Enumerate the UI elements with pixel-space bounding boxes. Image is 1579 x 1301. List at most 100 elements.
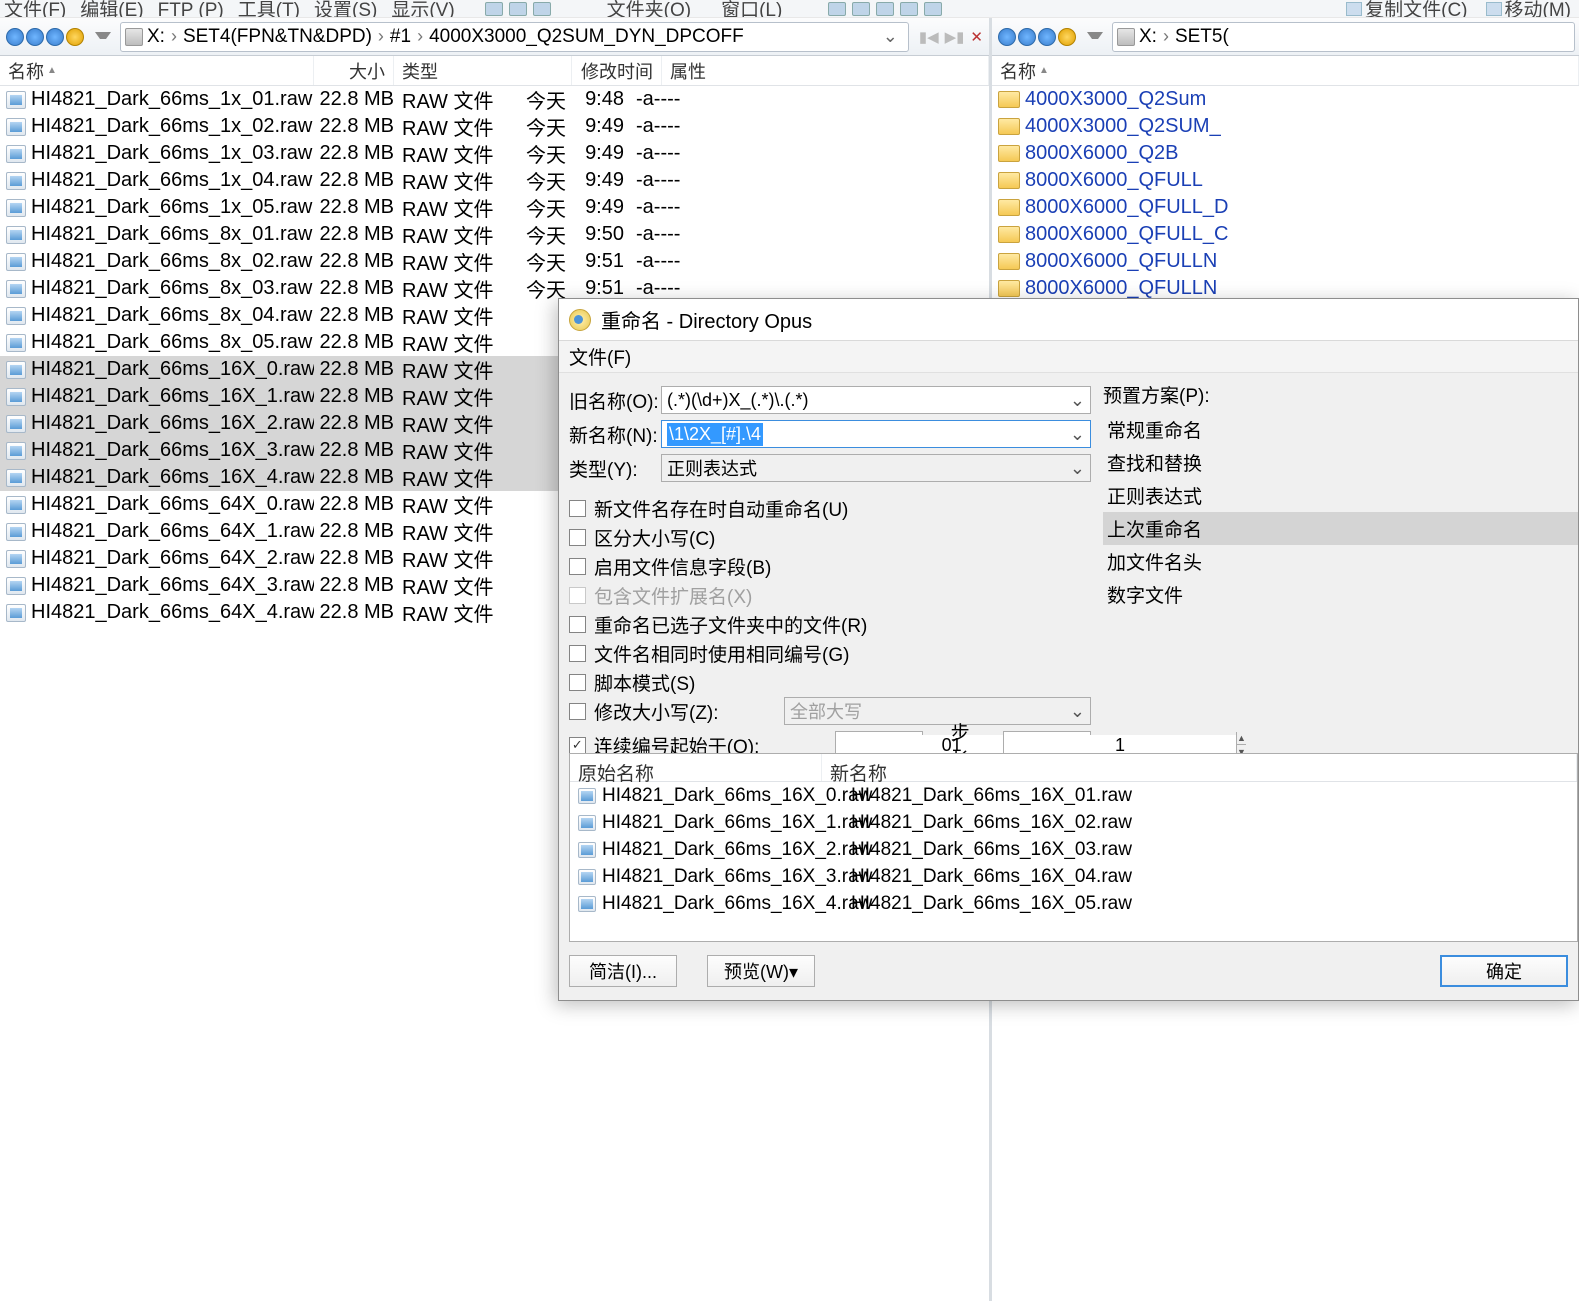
file-icon (578, 815, 596, 831)
preview-row[interactable]: HI4821_Dark_66ms_16X_0.raw HI4821_Dark_6… (570, 782, 1577, 809)
folder-row[interactable]: 4000X3000_Q2Sum (992, 86, 1579, 113)
folder-row[interactable]: 4000X3000_Q2SUM_ (992, 113, 1579, 140)
preview-button[interactable]: 预览(W)▾ (707, 955, 815, 987)
nav-up-icon[interactable] (46, 28, 64, 46)
col-modified[interactable]: 修改时间 (572, 56, 662, 85)
preset-option[interactable]: 数字文件 (1103, 578, 1578, 611)
nav-up-icon[interactable] (1038, 28, 1056, 46)
crumb[interactable]: SET4(FPN&TN&DPD) (183, 26, 372, 47)
check-change-case[interactable]: 修改大小写(Z): 全部大写⌄ (569, 697, 1091, 725)
file-row[interactable]: HI4821_Dark_66ms_1x_05.raw 22.8 MB RAW 文… (0, 194, 989, 221)
dialog-menubar[interactable]: 文件(F) (559, 341, 1578, 373)
file-row[interactable]: HI4821_Dark_66ms_1x_03.raw 22.8 MB RAW 文… (0, 140, 989, 167)
crumb[interactable]: X: (147, 26, 165, 47)
toolbar-button[interactable]: 复制文件(C) (1346, 0, 1467, 18)
nav-fwd-icon[interactable] (1018, 28, 1036, 46)
simple-button[interactable]: 简洁(I)... (569, 955, 677, 987)
toolbar-icon[interactable] (852, 2, 870, 16)
ok-button[interactable]: 确定 (1440, 955, 1568, 987)
preview-row[interactable]: HI4821_Dark_66ms_16X_4.raw HI4821_Dark_6… (570, 890, 1577, 917)
chevron-right-icon[interactable]: › (372, 26, 390, 46)
folder-row[interactable]: 8000X6000_Q2B (992, 140, 1579, 167)
nav-close-icon[interactable]: ✕ (970, 28, 983, 46)
nav-fav-icon[interactable] (1058, 28, 1076, 46)
menu-item[interactable]: 工具(T) (238, 0, 300, 18)
menu-item[interactable]: FTP (P) (158, 0, 224, 18)
crumb[interactable]: 4000X3000_Q2SUM_DYN_DPCOFF (429, 26, 744, 47)
preset-option[interactable]: 正则表达式 (1103, 479, 1578, 512)
toolbar-icon[interactable] (485, 2, 503, 16)
check-rename-sub[interactable]: 重命名已选子文件夹中的文件(R) (569, 610, 1091, 638)
nav-dropdown-icon[interactable] (95, 32, 111, 42)
new-name-input[interactable]: \1\2X_[#].\4 ⌄ (661, 420, 1091, 448)
nav-back-icon[interactable] (6, 28, 24, 46)
menu-file[interactable]: 文件(F) (569, 343, 631, 370)
chevron-right-icon[interactable]: › (411, 26, 429, 46)
file-row[interactable]: HI4821_Dark_66ms_1x_02.raw 22.8 MB RAW 文… (0, 113, 989, 140)
check-enable-info[interactable]: 启用文件信息字段(B) (569, 552, 1091, 580)
toolbar-button[interactable]: 移动(M) (1486, 0, 1571, 18)
col-attr[interactable]: 属性 (662, 56, 989, 85)
breadcrumb[interactable]: X:›SET4(FPN&TN&DPD)›#1›4000X3000_Q2SUM_D… (120, 22, 909, 52)
toolbar-icon[interactable] (900, 2, 918, 16)
chevron-down-icon[interactable]: ⌄ (877, 26, 904, 47)
crumb[interactable]: X: (1139, 26, 1157, 47)
menu-item[interactable]: 文件(F) (4, 0, 66, 18)
preview-row[interactable]: HI4821_Dark_66ms_16X_2.raw HI4821_Dark_6… (570, 836, 1577, 863)
preset-option[interactable]: 加文件名头 (1103, 545, 1578, 578)
column-headers[interactable]: 名称▲ (992, 56, 1579, 86)
crumb[interactable]: #1 (390, 26, 411, 47)
preset-option[interactable]: 常规重命名 (1103, 413, 1578, 446)
crumb[interactable]: SET5( (1175, 26, 1229, 47)
file-row[interactable]: HI4821_Dark_66ms_8x_01.raw 22.8 MB RAW 文… (0, 221, 989, 248)
nav-next-icon[interactable]: ▶▮ (945, 28, 965, 46)
menu-item[interactable]: 编辑(E) (80, 0, 143, 18)
check-script-mode[interactable]: 脚本模式(S) (569, 668, 1091, 696)
folder-row[interactable]: 8000X6000_QFULL_D (992, 194, 1579, 221)
chevron-down-icon[interactable]: ⌄ (1070, 458, 1085, 479)
menu-item[interactable]: 设置(S) (314, 0, 377, 18)
breadcrumb[interactable]: X:›SET5( (1112, 22, 1575, 52)
nav-back-icon[interactable] (998, 28, 1016, 46)
toolbar-icon[interactable] (509, 2, 527, 16)
preview-row[interactable]: HI4821_Dark_66ms_16X_1.raw HI4821_Dark_6… (570, 809, 1577, 836)
toolbar-icon[interactable] (533, 2, 551, 16)
folder-row[interactable]: 8000X6000_QFULL_C (992, 221, 1579, 248)
check-same-number[interactable]: 文件名相同时使用相同编号(G) (569, 639, 1091, 667)
preview-row[interactable]: HI4821_Dark_66ms_16X_3.raw HI4821_Dark_6… (570, 863, 1577, 890)
col-name[interactable]: 名称▲ (0, 56, 314, 85)
preset-option[interactable]: 查找和替换 (1103, 446, 1578, 479)
preset-option[interactable]: 上次重命名 (1103, 512, 1578, 545)
folder-row[interactable]: 8000X6000_QFULL (992, 167, 1579, 194)
toolbar-icon[interactable] (876, 2, 894, 16)
col-size[interactable]: 大小 (314, 56, 394, 85)
menu-item[interactable]: 窗口(L) (721, 0, 782, 18)
col-name[interactable]: 名称▲ (992, 56, 1579, 85)
check-case-sensitive[interactable]: 区分大小写(C) (569, 523, 1091, 551)
column-headers[interactable]: 名称▲ 大小 类型 修改时间 属性 (0, 56, 989, 86)
chevron-right-icon[interactable]: › (1157, 26, 1175, 46)
check-auto-rename[interactable]: 新文件名存在时自动重命名(U) (569, 494, 1091, 522)
col-type[interactable]: 类型 (394, 56, 572, 85)
type-select[interactable]: 正则表达式 ⌄ (661, 454, 1091, 482)
chevron-right-icon[interactable]: › (165, 26, 183, 46)
menu-item[interactable]: 显示(V) (391, 0, 454, 18)
menu-item[interactable]: 文件夹(O) (607, 0, 691, 18)
old-name-input[interactable]: (.*)(\d+)X_(.*)\.(.*) ⌄ (661, 386, 1091, 414)
dialog-titlebar[interactable]: 重命名 - Directory Opus (559, 299, 1578, 341)
col-new-name[interactable]: 新名称 (822, 754, 1577, 781)
file-row[interactable]: HI4821_Dark_66ms_1x_04.raw 22.8 MB RAW 文… (0, 167, 989, 194)
nav-fwd-icon[interactable] (26, 28, 44, 46)
folder-row[interactable]: 8000X6000_QFULLN (992, 248, 1579, 275)
chevron-down-icon[interactable]: ⌄ (1070, 424, 1085, 445)
col-old-name[interactable]: 原始名称 (570, 754, 822, 781)
file-icon (6, 172, 26, 190)
toolbar-icon[interactable] (828, 2, 846, 16)
file-row[interactable]: HI4821_Dark_66ms_8x_02.raw 22.8 MB RAW 文… (0, 248, 989, 275)
nav-prev-icon[interactable]: ▮◀ (919, 28, 939, 46)
toolbar-icon[interactable] (924, 2, 942, 16)
nav-fav-icon[interactable] (66, 28, 84, 46)
nav-dropdown-icon[interactable] (1087, 32, 1103, 42)
chevron-down-icon[interactable]: ⌄ (1070, 390, 1085, 411)
file-row[interactable]: HI4821_Dark_66ms_1x_01.raw 22.8 MB RAW 文… (0, 86, 989, 113)
